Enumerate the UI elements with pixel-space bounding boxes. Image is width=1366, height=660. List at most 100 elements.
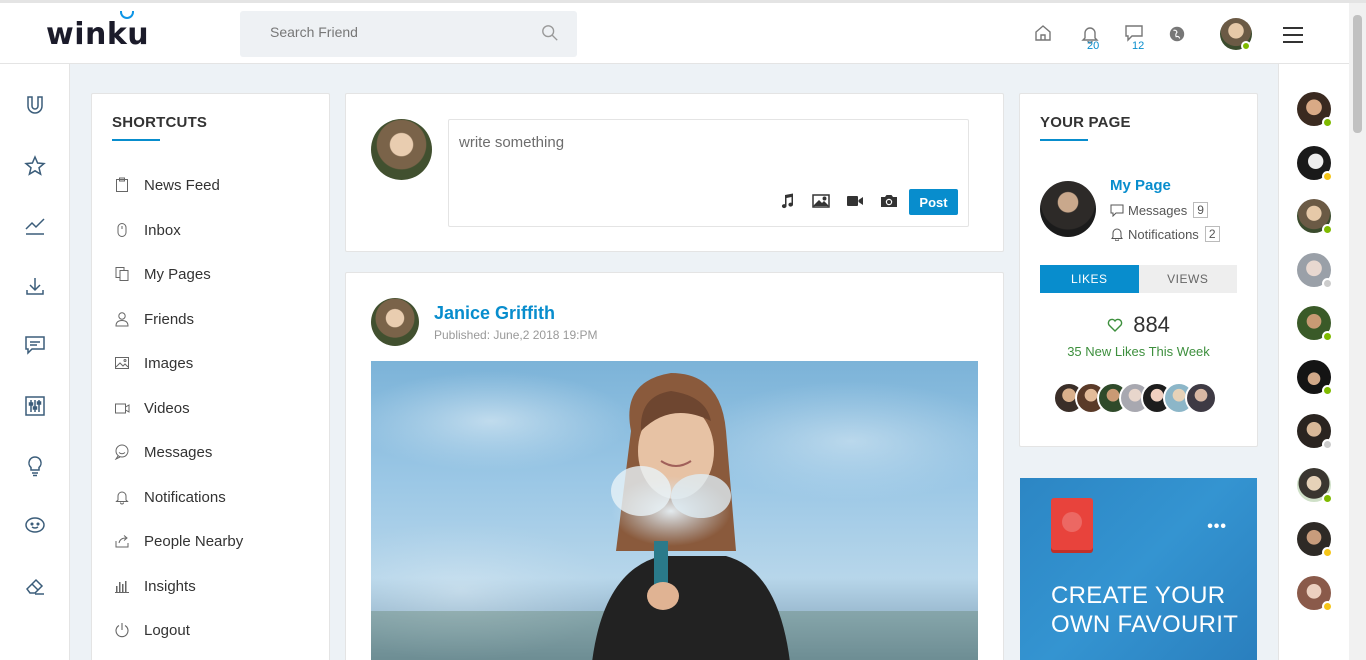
page-messages-count: 9 <box>1193 202 1208 218</box>
post-image[interactable] <box>371 361 978 660</box>
liker-avatar[interactable] <box>1185 382 1217 414</box>
post-author-avatar[interactable] <box>371 298 419 346</box>
away-status-dot <box>1322 171 1333 182</box>
title-underline <box>1040 139 1088 141</box>
page-notifications-row[interactable]: Notifications 2 <box>1110 226 1220 242</box>
menu-icon[interactable] <box>1283 27 1303 43</box>
search-input[interactable] <box>270 24 520 40</box>
shortcut-videos[interactable]: Videos <box>114 397 190 419</box>
chat-icon <box>1110 204 1124 217</box>
friend-avatar[interactable] <box>1297 414 1333 450</box>
your-page-widget: YOUR PAGE My Page Messages 9 Notificatio… <box>1019 93 1258 447</box>
page-notifications-count: 2 <box>1204 226 1220 242</box>
shortcut-news-feed[interactable]: News Feed <box>114 174 220 196</box>
friend-avatar[interactable] <box>1297 253 1333 289</box>
likes-total: 884 <box>1020 312 1257 338</box>
music-icon[interactable] <box>778 192 796 210</box>
home-icon[interactable] <box>1033 23 1053 43</box>
composer-avatar[interactable] <box>371 119 432 180</box>
bell-icon <box>1111 228 1123 241</box>
composer-placeholder: write something <box>459 134 565 151</box>
page-name-link[interactable]: My Page <box>1110 177 1171 194</box>
comment-icon[interactable] <box>24 334 46 356</box>
page-scrollbar[interactable] <box>1349 3 1366 660</box>
offline-status-dot <box>1322 439 1333 450</box>
clipboard-icon <box>116 177 128 192</box>
page-notifications-label: Notifications <box>1128 226 1199 242</box>
friend-avatar[interactable] <box>1297 146 1333 182</box>
page-stats-tabs: LIKES VIEWS <box>1040 265 1237 293</box>
offline-status-dot <box>1322 278 1333 289</box>
friend-avatar[interactable] <box>1297 199 1333 235</box>
likes-this-week: 35 New Likes This Week <box>1067 344 1210 359</box>
shortcut-label: Messages <box>144 443 213 461</box>
friend-avatar[interactable] <box>1297 522 1333 558</box>
video-camera-icon[interactable] <box>846 192 864 210</box>
online-status-dot <box>1322 331 1333 342</box>
smiley-chat-icon[interactable] <box>24 515 46 537</box>
image-icon[interactable] <box>812 192 830 210</box>
shortcut-friends[interactable]: Friends <box>114 308 194 330</box>
camera-icon[interactable] <box>880 192 898 210</box>
online-status-dot <box>1322 224 1333 235</box>
shortcut-people-nearby[interactable]: People Nearby <box>114 530 243 552</box>
star-icon[interactable] <box>24 155 46 177</box>
title-underline <box>112 139 160 141</box>
shortcut-label: People Nearby <box>144 532 244 550</box>
tab-views[interactable]: VIEWS <box>1138 265 1237 293</box>
book-icon <box>1051 498 1093 550</box>
search-icon[interactable] <box>541 24 559 42</box>
page-avatar[interactable] <box>1040 181 1096 237</box>
download-icon[interactable] <box>24 275 46 297</box>
shortcut-label: Insights <box>144 577 196 595</box>
tab-likes[interactable]: LIKES <box>1040 265 1139 293</box>
post-author-name[interactable]: Janice Griffith <box>434 303 555 324</box>
post-published-date: Published: June,2 2018 19:PM <box>434 328 598 342</box>
logo-text: winku <box>46 17 150 52</box>
shortcut-notifications[interactable]: Notifications <box>114 486 226 508</box>
post-button[interactable]: Post <box>909 189 958 215</box>
scrollbar-thumb[interactable] <box>1353 15 1362 133</box>
shortcut-label: Videos <box>144 399 190 417</box>
lightbulb-icon[interactable] <box>24 455 46 477</box>
online-status-dot <box>1241 41 1251 51</box>
composer-tools <box>778 192 898 210</box>
trend-icon[interactable] <box>24 215 46 237</box>
friend-avatar[interactable] <box>1297 468 1333 504</box>
create-page-promo[interactable]: ••• CREATE YOUR OWN FAVOURIT <box>1020 478 1257 660</box>
friend-avatar[interactable] <box>1297 360 1333 396</box>
eraser-icon[interactable] <box>24 575 46 597</box>
shortcut-inbox[interactable]: Inbox <box>114 219 181 241</box>
magnet-icon[interactable] <box>24 94 46 116</box>
notifications-count: 20 <box>1087 40 1100 52</box>
shortcut-label: My Pages <box>144 265 211 283</box>
composer-textarea[interactable]: write something Post <box>448 119 969 227</box>
user-icon <box>115 312 129 327</box>
top-bar: winku 20 12 <box>0 0 1366 64</box>
left-icon-rail <box>0 64 70 660</box>
page-messages-row[interactable]: Messages 9 <box>1110 202 1208 218</box>
brand-logo[interactable]: winku <box>46 11 150 52</box>
friend-avatar[interactable] <box>1297 576 1333 612</box>
friends-rail <box>1278 64 1349 660</box>
messages-count: 12 <box>1132 40 1145 52</box>
shortcut-insights[interactable]: Insights <box>114 575 196 597</box>
friend-avatar[interactable] <box>1297 306 1333 342</box>
mouse-icon <box>117 223 127 237</box>
your-page-title: YOUR PAGE <box>1040 114 1131 131</box>
friend-avatar[interactable] <box>1297 92 1333 128</box>
files-icon <box>115 267 129 281</box>
shortcut-my-pages[interactable]: My Pages <box>114 263 211 285</box>
promo-menu-icon[interactable]: ••• <box>1207 518 1227 536</box>
shortcut-label: Notifications <box>144 488 226 506</box>
shortcut-label: Images <box>144 354 194 372</box>
post-photo-illustration <box>371 371 978 660</box>
shortcut-messages[interactable]: Messages <box>114 441 212 463</box>
shortcut-label: News Feed <box>144 176 220 194</box>
shortcut-images[interactable]: Images <box>114 352 193 374</box>
shortcut-label: Inbox <box>144 221 181 239</box>
equalizer-icon[interactable] <box>24 395 46 417</box>
online-status-dot <box>1322 385 1333 396</box>
globe-icon[interactable] <box>1168 25 1186 43</box>
shortcut-logout[interactable]: Logout <box>114 619 190 641</box>
